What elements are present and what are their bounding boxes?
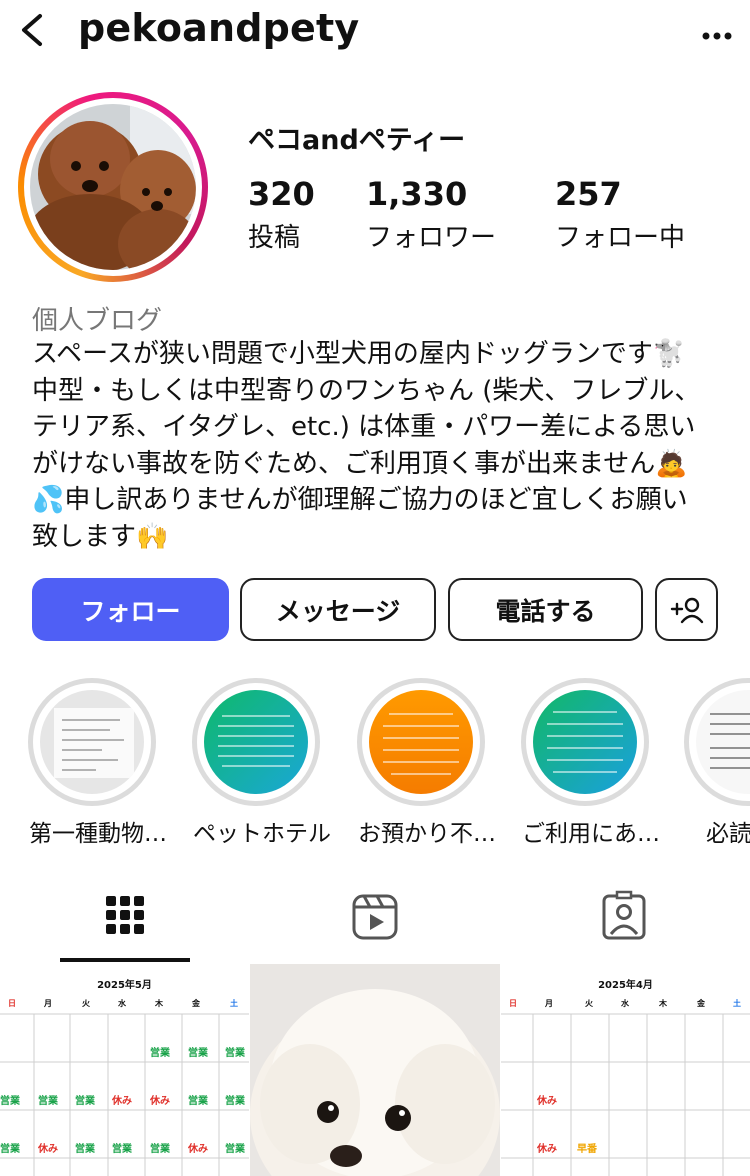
grid-icon [106, 896, 144, 934]
highlight-item[interactable]: 第一種動物… [28, 678, 167, 847]
svg-text:休み: 休み [536, 1094, 557, 1107]
profile-bio: スペースが狭い問題で小型犬用の屋内ドッグランです🐩 中型・もしくは中型寄りのワン… [32, 336, 732, 555]
svg-text:火: 火 [585, 999, 594, 1008]
following-count: 257 [555, 175, 622, 213]
svg-text:営業: 営業 [75, 1142, 96, 1155]
stat-followers[interactable]: 1,330 フォロワー [366, 175, 496, 254]
svg-text:休み: 休み [149, 1094, 170, 1107]
more-horizontal-icon [702, 32, 732, 40]
tab-reels[interactable] [250, 880, 500, 962]
display-name: ペコandペティー [248, 125, 466, 156]
stat-following[interactable]: 257 フォロー中 [555, 175, 685, 254]
svg-text:営業: 営業 [75, 1094, 96, 1107]
back-button[interactable] [14, 8, 54, 52]
bio-line: スペースが狭い問題で小型犬用の屋内ドッグランです🐩 [32, 339, 686, 369]
svg-text:日: 日 [509, 999, 517, 1008]
highlight-item[interactable]: ペットホテル [192, 678, 331, 847]
svg-text:休み: 休み [111, 1094, 132, 1107]
bio-line: テリア系、イタグレ、etc.) は体重・パワー差による思い [32, 412, 696, 442]
highlight-item[interactable]: お預かり不… [357, 678, 496, 847]
followers-label: フォロワー [366, 223, 497, 253]
highlight-label: お預かり不… [358, 821, 496, 847]
story-ring[interactable] [18, 92, 208, 282]
svg-text:休み: 休み [37, 1142, 58, 1155]
svg-text:営業: 営業 [188, 1046, 209, 1059]
post-thumbnail-calendar-april[interactable]: 2025年4月 日月火 水木金土 休み 休み 早番 [501, 964, 750, 1176]
svg-text:営業: 営業 [150, 1046, 171, 1059]
svg-text:早番: 早番 [577, 1142, 598, 1155]
bio-line: 中型・もしくは中型寄りのワンちゃん (柴犬、フレブル、 [32, 375, 701, 406]
highlight-label: 必読 [706, 821, 750, 847]
message-button[interactable]: メッセージ [240, 578, 436, 641]
svg-text:金: 金 [191, 998, 201, 1008]
svg-text:休み: 休み [536, 1142, 557, 1155]
reels-icon [352, 894, 398, 940]
add-user-icon [670, 597, 703, 623]
call-button[interactable]: 電話する [448, 578, 643, 641]
highlight-cover [369, 690, 473, 794]
tab-tagged[interactable] [500, 880, 750, 962]
bio-line: 致します🙌 [32, 521, 169, 552]
svg-text:営業: 営業 [0, 1142, 21, 1155]
posts-count: 320 [248, 175, 315, 213]
chevron-left-icon [22, 14, 42, 46]
svg-text:休み: 休み [187, 1142, 208, 1155]
highlight-cover [696, 690, 750, 794]
more-options-button[interactable] [692, 8, 742, 52]
highlight-item[interactable]: 必読 [684, 678, 750, 850]
svg-text:営業: 営業 [188, 1094, 209, 1107]
svg-text:営業: 営業 [112, 1142, 133, 1155]
profile-category: 個人ブログ [32, 306, 163, 336]
svg-text:営業: 営業 [150, 1142, 171, 1155]
highlight-cover [204, 690, 308, 794]
follow-button[interactable]: フォロー [32, 578, 229, 641]
highlight-label: ご利用にあ… [522, 821, 660, 847]
svg-text:月: 月 [544, 999, 553, 1008]
svg-text:日: 日 [8, 999, 16, 1008]
highlight-label: ペットホテル [193, 821, 331, 847]
tab-posts-grid[interactable] [0, 880, 250, 962]
profile-username: pekoandpety [78, 6, 360, 50]
bio-line: 💦申し訳ありませんが御理解ご協力のほど宜しくお願い [32, 485, 688, 515]
tagged-icon [602, 890, 646, 940]
svg-text:営業: 営業 [38, 1094, 59, 1107]
svg-text:水: 水 [620, 998, 630, 1008]
highlight-cover [533, 690, 637, 794]
post-calendar-title: 2025年4月 [598, 980, 653, 991]
bio-line: がけない事故を防ぐため、ご利用頂く事が出来ません🙇 [32, 448, 688, 479]
svg-text:土: 土 [230, 998, 238, 1008]
svg-text:月: 月 [43, 999, 52, 1008]
following-label: フォロー中 [555, 223, 686, 253]
active-tab-indicator [60, 958, 190, 962]
svg-text:営業: 営業 [225, 1046, 246, 1059]
avatar [30, 104, 196, 270]
highlight-label: 第一種動物… [29, 821, 167, 847]
posts-label: 投稿 [248, 223, 301, 253]
stat-posts[interactable]: 320 投稿 [248, 175, 315, 254]
svg-text:木: 木 [658, 998, 668, 1008]
svg-text:木: 木 [154, 998, 164, 1008]
svg-text:営業: 営業 [225, 1094, 246, 1107]
top-bar: pekoandpety [0, 0, 750, 60]
post-thumbnail-calendar-may[interactable]: 2025年5月 日月火 水木金土 営業 営業 営業 営業 営業 営業 休み 休み 営業 営業 … [0, 964, 249, 1176]
post-calendar-title: 2025年5月 [97, 980, 152, 991]
svg-text:火: 火 [82, 999, 91, 1008]
followers-count: 1,330 [366, 175, 468, 213]
svg-text:営業: 営業 [0, 1094, 21, 1107]
svg-text:金: 金 [696, 998, 706, 1008]
svg-text:営業: 営業 [225, 1142, 246, 1155]
svg-text:土: 土 [733, 998, 741, 1008]
highlight-cover [40, 690, 144, 794]
add-user-button[interactable] [655, 578, 718, 641]
post-thumbnail-puppy[interactable] [250, 964, 500, 1176]
highlight-item[interactable]: ご利用にあ… [521, 678, 660, 847]
svg-text:水: 水 [117, 998, 127, 1008]
